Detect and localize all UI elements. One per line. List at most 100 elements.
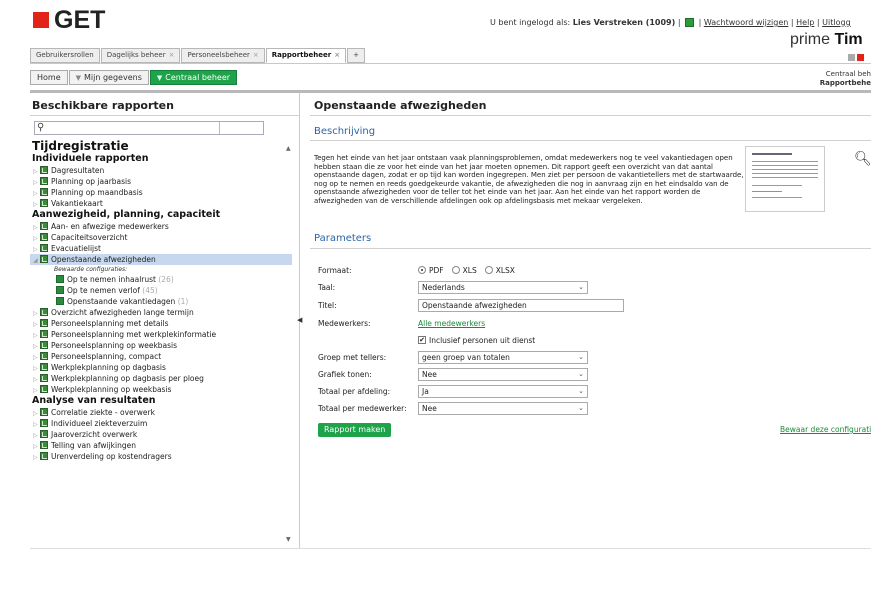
report-item[interactable]: ▷ Werkplekplanning op dagbasis per ploeg	[30, 373, 292, 384]
config-label: Op te nemen verlof	[67, 286, 140, 295]
subgroup-title: Individuele rapporten	[32, 153, 149, 164]
report-item[interactable]: ▷ Planning op jaarbasis	[30, 176, 292, 187]
report-item[interactable]: ▷ Telling van afwijkingen	[30, 440, 292, 451]
report-icon	[40, 363, 48, 371]
employee-total-select[interactable]: Nee ⌄	[418, 401, 588, 415]
my-data-button[interactable]: ▼ Mijn gegevens	[68, 70, 149, 85]
scrollbar[interactable]: ▲ ▼	[286, 145, 295, 543]
scroll-down-icon[interactable]: ▼	[286, 536, 291, 543]
report-icon	[40, 374, 48, 382]
report-item[interactable]: ▷ Correlatie ziekte - overwerk	[30, 407, 292, 418]
tab-label: Gebruikersrollen	[36, 51, 94, 59]
group-select[interactable]: geen groep van totalen ⌄	[418, 350, 588, 364]
grid-icon[interactable]	[685, 18, 695, 27]
scroll-up-icon[interactable]: ▲	[286, 145, 291, 152]
report-item[interactable]: ▷ Overzicht afwezigheden lange termijn	[30, 307, 292, 318]
all-employees-link[interactable]: Alle medewerkers	[418, 319, 485, 328]
saved-config-item[interactable]: Openstaande vakantiedagen (1)	[30, 296, 292, 307]
dept-select[interactable]: Ja ⌄	[418, 384, 588, 398]
report-item[interactable]: ▷ Werkplekplanning op weekbasis	[30, 384, 292, 395]
saved-config-item[interactable]: Op te nemen verlof (45)	[30, 285, 292, 296]
zoom-icon[interactable]: 🔍︎	[854, 151, 871, 167]
divider	[30, 548, 871, 549]
tab-gebruikersrollen[interactable]: Gebruikersrollen	[30, 48, 100, 63]
expand-arrow-icon: ◢	[33, 257, 38, 264]
help-link[interactable]: Help	[796, 18, 814, 27]
group-title: Tijdregistratie	[32, 139, 129, 153]
report-item[interactable]: ▷ Personeelsplanning op weekbasis	[30, 340, 292, 351]
report-preview-thumbnail[interactable]	[745, 146, 825, 212]
report-item[interactable]: ▷ Individueel ziekteverzuim	[30, 418, 292, 429]
report-item[interactable]: ▷ Capaciteitsoverzicht	[30, 232, 292, 243]
report-item[interactable]: ▷ Personeelsplanning met werkplekinformat…	[30, 329, 292, 340]
language-select[interactable]: Nederlands ⌄	[418, 280, 588, 294]
save-config-link[interactable]: Bewaar deze configurati	[780, 425, 871, 434]
tab-rapportbeheer[interactable]: Rapportbeheer ×	[265, 48, 347, 63]
radio-label: XLS	[462, 265, 477, 275]
employee-total-row: Totaal per medewerker: Nee ⌄	[318, 401, 588, 415]
panel-title: Beschikbare rapporten	[32, 99, 174, 112]
report-label: Vakantiekaart	[51, 199, 103, 208]
radio-icon	[484, 266, 493, 274]
close-icon[interactable]: ×	[334, 51, 340, 59]
report-item-selected[interactable]: ◢ Openstaande afwezigheden	[30, 254, 292, 265]
report-item[interactable]: ▷ Vakantiekaart	[30, 198, 292, 209]
close-icon[interactable]: ×	[169, 51, 175, 59]
run-report-button[interactable]: Rapport maken	[318, 423, 392, 437]
tab-personeelsbeheer[interactable]: Personeelsbeheer ×	[181, 48, 265, 63]
select-value: Ja	[422, 386, 429, 396]
include-former-checkbox[interactable]: ✔ Inclusief personen uit dienst	[418, 336, 535, 345]
language-label: Taal:	[318, 282, 336, 292]
report-icon	[40, 330, 48, 338]
report-icon	[40, 255, 48, 263]
expand-arrow-icon: ▷	[33, 201, 38, 208]
add-tab-button[interactable]: +	[347, 48, 365, 63]
close-icon[interactable]: ×	[253, 51, 259, 59]
report-icon	[40, 341, 48, 349]
description-heading: Beschrijving	[314, 126, 376, 137]
change-password-link[interactable]: Wachtwoord wijzigen	[704, 18, 789, 27]
saved-config-item[interactable]: Op te nemen inhaalrust (26)	[30, 274, 292, 285]
tab-dagelijks-beheer[interactable]: Dagelijks beheer ×	[100, 48, 181, 63]
title-label: Titel:	[318, 300, 337, 310]
context-line2: Rapportbehe	[819, 79, 871, 87]
format-radio-xlsx[interactable]: XLSX	[484, 265, 515, 275]
report-item[interactable]: ▷ Werkplekplanning op dagbasis	[30, 362, 292, 373]
home-label: Home	[37, 73, 61, 82]
report-item[interactable]: ▷ Dagresultaten	[30, 165, 292, 176]
report-item[interactable]: ▷ Evacuatielijst	[30, 243, 292, 254]
report-label: Personeelsplanning op weekbasis	[51, 341, 178, 350]
parameters-heading: Parameters	[314, 233, 372, 244]
chevron-down-icon: ▼	[75, 74, 82, 82]
chevron-down-icon: ⌄	[578, 282, 584, 291]
format-radio-xls[interactable]: XLS	[451, 265, 477, 275]
chevron-down-icon: ⌄	[578, 403, 584, 412]
report-icon	[40, 385, 48, 393]
report-label: Correlatie ziekte - overwerk	[51, 408, 155, 417]
report-icon	[40, 244, 48, 252]
title-input[interactable]: Openstaande afwezigheden	[418, 298, 624, 312]
report-item[interactable]: ▷ Personeelsplanning, compact	[30, 351, 292, 362]
search-input[interactable]: ⚲	[34, 121, 264, 135]
select-value: Nederlands	[422, 282, 465, 292]
report-item[interactable]: ▷ Urenverdeling op kostendragers	[30, 451, 292, 462]
report-item[interactable]: ▷ Personeelsplanning met details	[30, 318, 292, 329]
radio-label: XLSX	[495, 265, 515, 275]
central-label: Centraal beheer	[165, 73, 231, 82]
central-management-button[interactable]: ▼ Centraal beheer	[149, 70, 238, 85]
report-label: Dagresultaten	[51, 166, 105, 175]
radio-icon	[418, 266, 426, 274]
select-value: Nee	[422, 403, 437, 413]
logout-link[interactable]: Uitlogg	[822, 18, 851, 27]
saved-configs-header: Bewaarde configuraties:	[54, 266, 128, 273]
report-item[interactable]: ▷ Aan- en afwezige medewerkers	[30, 221, 292, 232]
format-radio-pdf[interactable]: PDF	[418, 266, 444, 275]
employee-total-label: Totaal per medewerker:	[318, 403, 407, 413]
report-item[interactable]: ▷ Planning op maandbasis	[30, 187, 292, 198]
collapse-panel-icon[interactable]: ◀	[297, 316, 302, 324]
report-item[interactable]: ▷ Jaaroverzicht overwerk	[30, 429, 292, 440]
disk-icon	[56, 297, 64, 305]
graph-select[interactable]: Nee ⌄	[418, 367, 588, 381]
divider	[310, 115, 871, 116]
home-button[interactable]: Home	[30, 70, 68, 85]
